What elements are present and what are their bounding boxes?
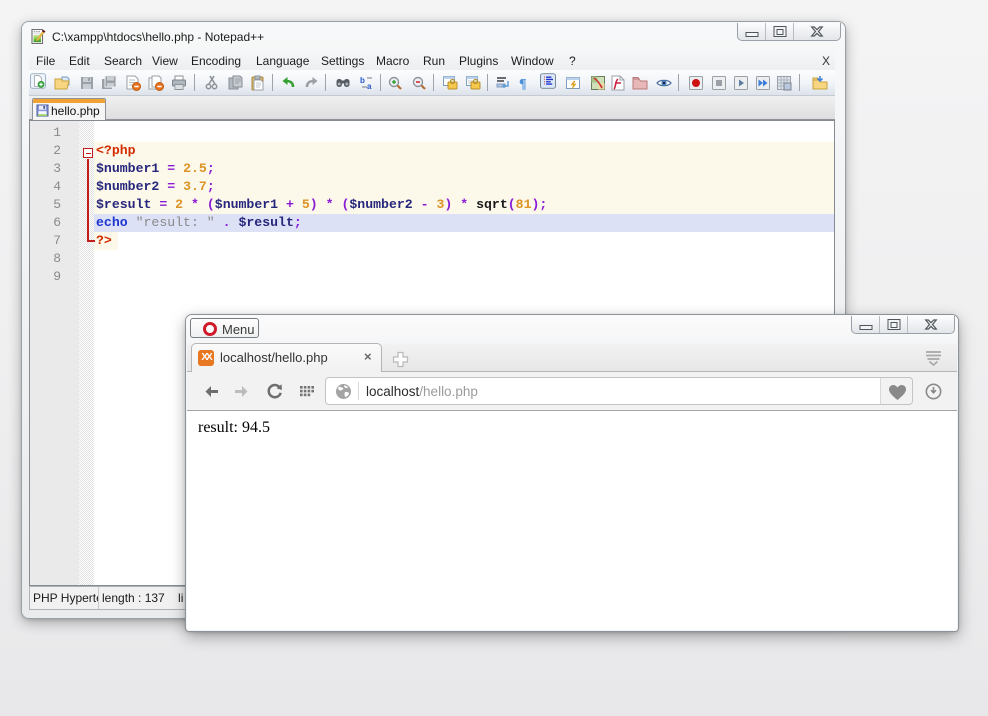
svg-text:b: b: [360, 76, 365, 85]
svg-text:¶: ¶: [519, 77, 527, 91]
svg-text:a: a: [367, 82, 372, 91]
